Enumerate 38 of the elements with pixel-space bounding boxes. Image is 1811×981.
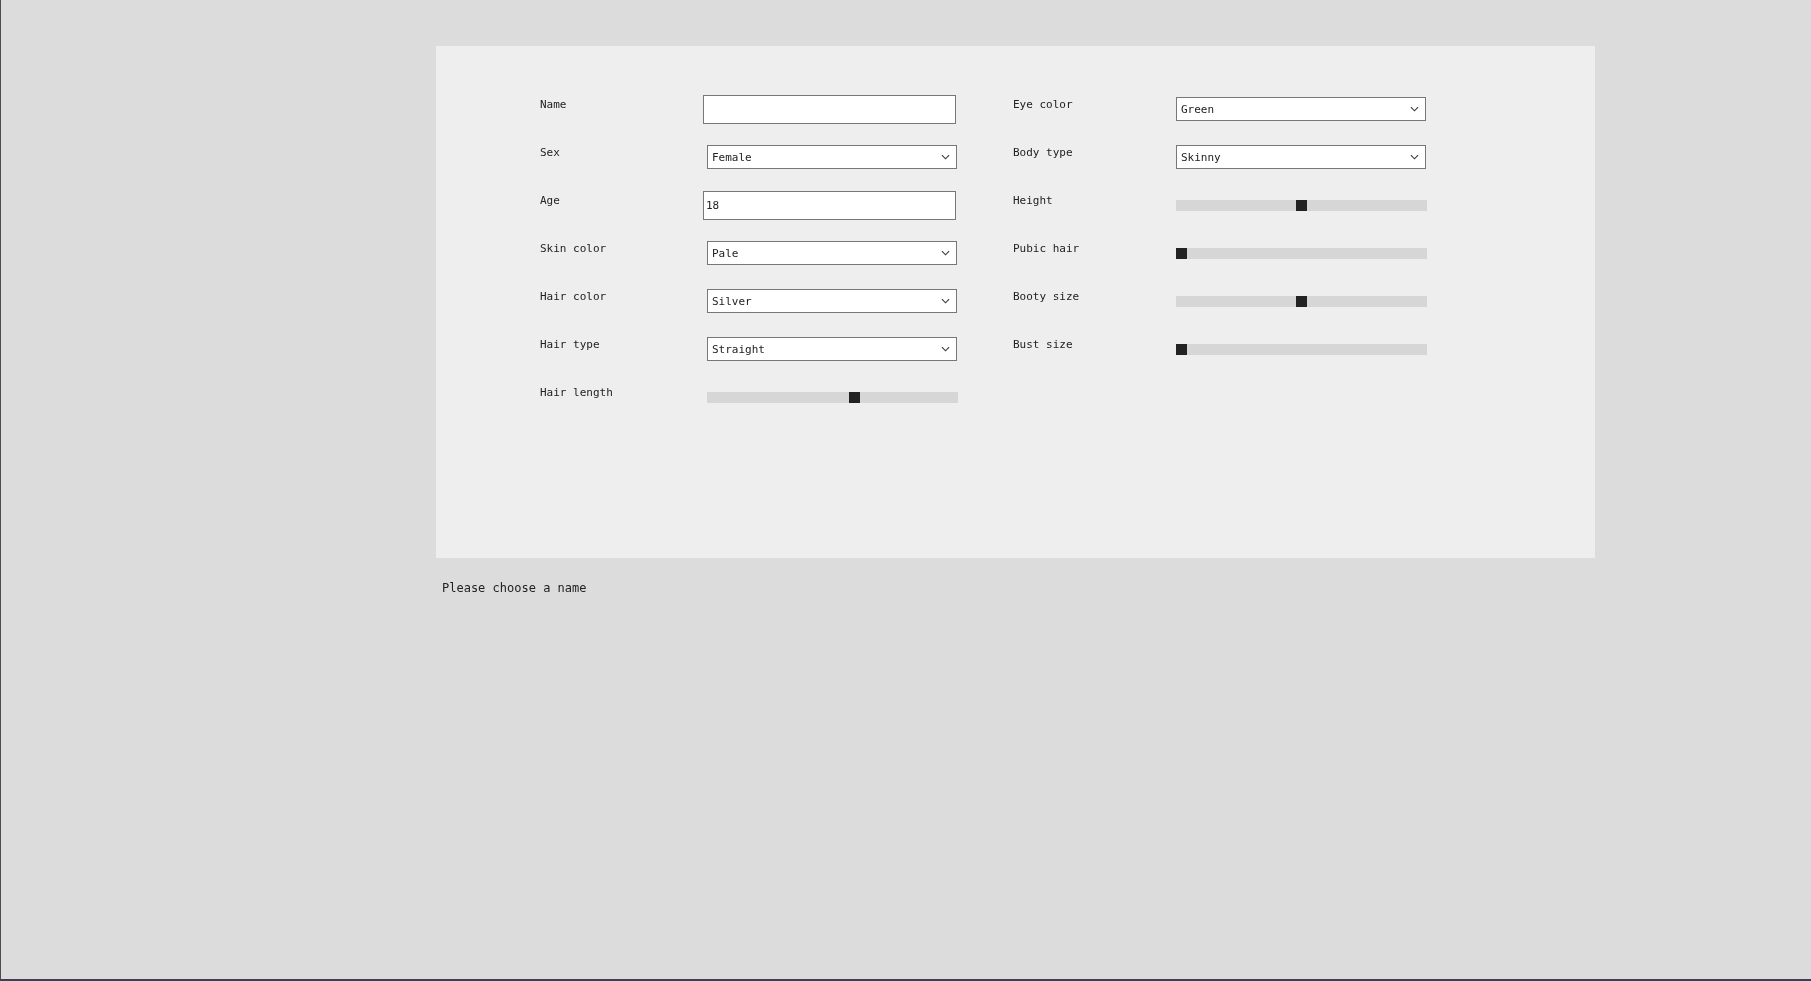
chevron-down-icon	[1410, 154, 1419, 160]
dropdown[interactable]: Skinny	[1176, 145, 1426, 169]
slider-thumb[interactable]	[1296, 199, 1307, 211]
dropdown[interactable]: Female	[707, 145, 957, 169]
field-label: Pubic hair	[1013, 241, 1081, 255]
field-label: Name	[540, 97, 568, 111]
field-label: Height	[1013, 193, 1054, 207]
field-label: Body type	[1013, 145, 1074, 159]
field-label: Hair type	[540, 337, 601, 351]
slider-thumb[interactable]	[1296, 295, 1307, 307]
chevron-down-icon	[941, 298, 950, 304]
field-label: Hair length	[540, 385, 614, 399]
chevron-down-icon	[1410, 106, 1419, 112]
chevron-down-icon	[941, 250, 950, 256]
field-label: Sex	[540, 145, 561, 159]
dropdown[interactable]: Silver	[707, 289, 957, 313]
slider-track[interactable]	[1176, 247, 1427, 259]
status-message: Please choose a name	[442, 581, 587, 595]
field-label: Hair color	[540, 289, 608, 303]
field-label: Eye color	[1013, 97, 1074, 111]
text-field[interactable]	[703, 94, 956, 124]
text-field[interactable]: 18	[703, 190, 956, 220]
field-label: Bust size	[1013, 337, 1074, 351]
chevron-down-icon	[941, 346, 950, 352]
dropdown[interactable]: Straight	[707, 337, 957, 361]
chevron-down-icon	[941, 154, 950, 160]
field-label: Age	[540, 193, 561, 207]
field-label: Booty size	[1013, 289, 1081, 303]
slider-track[interactable]	[707, 391, 958, 403]
slider-track[interactable]	[1176, 295, 1427, 307]
slider-thumb[interactable]	[848, 391, 860, 403]
field-label: Skin color	[540, 241, 608, 255]
slider-track[interactable]	[1176, 199, 1427, 211]
slider-thumb[interactable]	[1176, 343, 1187, 355]
dropdown[interactable]: Pale	[707, 241, 957, 265]
dropdown[interactable]: Green	[1176, 97, 1426, 121]
slider-thumb[interactable]	[1176, 247, 1187, 259]
slider-track[interactable]	[1176, 343, 1427, 355]
